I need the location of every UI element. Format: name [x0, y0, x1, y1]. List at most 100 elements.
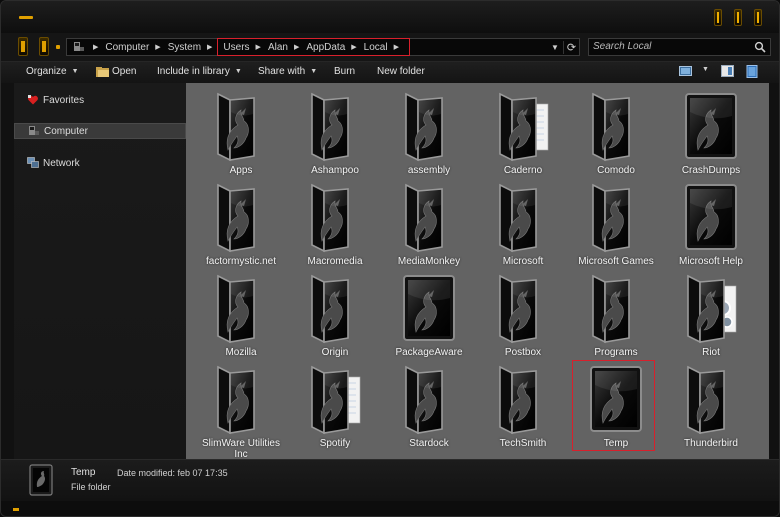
folder-label[interactable]: Apps	[195, 165, 287, 176]
folder-icon[interactable]	[585, 181, 645, 253]
folder-item[interactable]: CrashDumps	[671, 88, 751, 178]
search-input[interactable]: Search Local	[588, 38, 771, 56]
folder-label[interactable]: Comodo	[570, 165, 662, 176]
sidebar-item-computer[interactable]: Computer	[14, 123, 186, 139]
folder-item[interactable]: Postbox	[483, 270, 563, 360]
folder-icon[interactable]	[680, 272, 740, 344]
breadcrumb-local[interactable]: Local ▶	[364, 42, 406, 53]
sidebar-item-network[interactable]: Network	[14, 155, 186, 171]
recent-pages-dropdown[interactable]	[56, 45, 60, 49]
minimize-button[interactable]	[714, 9, 722, 26]
folder-item[interactable]: Mozilla	[201, 270, 281, 360]
folder-label[interactable]: Caderno	[477, 165, 569, 176]
folder-label[interactable]: PackageAware	[383, 347, 475, 358]
system-menu-icon[interactable]	[19, 16, 33, 19]
breadcrumb-label[interactable]: System	[168, 42, 201, 53]
breadcrumb-label[interactable]: Alan	[268, 42, 288, 53]
folder-item[interactable]: SlimWare Utilities Inc	[201, 361, 281, 460]
share-with-menu[interactable]: Share with ▼	[258, 66, 317, 77]
folder-item[interactable]: factormystic.net	[201, 179, 281, 269]
breadcrumb-label[interactable]: Users	[223, 42, 249, 53]
folder-item[interactable]: assembly	[389, 88, 469, 178]
new-folder-button[interactable]: New folder	[377, 66, 425, 77]
organize-menu[interactable]: Organize ▼	[26, 66, 79, 77]
open-button[interactable]: Open	[112, 66, 136, 77]
folder-label[interactable]: Microsoft Games	[570, 256, 662, 267]
breadcrumb-system[interactable]: System ▶	[168, 42, 220, 53]
folder-icon[interactable]	[680, 181, 740, 253]
breadcrumb-users[interactable]: Users ▶	[223, 42, 268, 53]
address-dropdown-icon[interactable]: ▼	[547, 43, 563, 52]
folder-icon[interactable]	[210, 90, 270, 162]
folder-icon[interactable]	[304, 272, 364, 344]
breadcrumb-alan[interactable]: Alan ▶	[268, 42, 306, 53]
breadcrumb-computer[interactable]: Computer ▶	[105, 42, 167, 53]
folder-label[interactable]: Stardock	[383, 438, 475, 449]
address-bar[interactable]: ▶ Computer ▶ System ▶ Users ▶ Alan ▶ AppData…	[66, 38, 580, 56]
folder-icon[interactable]	[585, 90, 645, 162]
folder-item[interactable]: TechSmith	[483, 361, 563, 451]
folder-label[interactable]: Riot	[665, 347, 757, 358]
folder-label[interactable]: assembly	[383, 165, 475, 176]
breadcrumb-label[interactable]: AppData	[306, 42, 345, 53]
folder-item[interactable]: Spotify	[295, 361, 375, 451]
include-in-library-menu[interactable]: Include in library ▼	[157, 66, 242, 77]
folder-label[interactable]: Microsoft Help	[665, 256, 757, 267]
folder-icon[interactable]	[492, 181, 552, 253]
folder-item[interactable]: Thunderbird	[671, 361, 751, 451]
folder-label[interactable]: MediaMonkey	[383, 256, 475, 267]
folder-item[interactable]: Ashampoo	[295, 88, 375, 178]
folder-item[interactable]: MediaMonkey	[389, 179, 469, 269]
folder-icon[interactable]	[398, 90, 458, 162]
maximize-button[interactable]	[734, 9, 742, 26]
help-icon[interactable]	[746, 65, 758, 78]
folder-icon[interactable]	[680, 90, 740, 162]
breadcrumb-appdata[interactable]: AppData ▶	[306, 42, 363, 53]
folder-icon[interactable]	[398, 363, 458, 435]
folder-item[interactable]: Caderno	[483, 88, 563, 178]
sidebar-item-favorites[interactable]: Favorites	[14, 92, 186, 108]
folder-icon[interactable]	[398, 181, 458, 253]
folder-icon[interactable]	[304, 181, 364, 253]
breadcrumb-label[interactable]: Computer	[105, 42, 149, 53]
folder-item[interactable]: Apps	[201, 88, 281, 178]
folder-label[interactable]: Postbox	[477, 347, 569, 358]
folder-item[interactable]: Microsoft Games	[576, 179, 656, 269]
search-icon[interactable]	[754, 41, 766, 53]
breadcrumb-label[interactable]: Local	[364, 42, 388, 53]
folder-item[interactable]: Macromedia	[295, 179, 375, 269]
view-options-icon[interactable]	[679, 65, 692, 77]
folder-item[interactable]: Microsoft Help	[671, 179, 751, 269]
forward-button[interactable]	[39, 37, 49, 56]
vertical-scrollbar[interactable]	[769, 83, 779, 459]
folder-label[interactable]: Origin	[289, 347, 381, 358]
view-dropdown[interactable]: ▼	[697, 66, 709, 73]
folder-label[interactable]: Macromedia	[289, 256, 381, 267]
preview-pane-icon[interactable]	[721, 65, 734, 77]
folder-item[interactable]: Origin	[295, 270, 375, 360]
folder-item[interactable]: Temp	[572, 360, 656, 451]
back-button[interactable]	[18, 37, 28, 56]
folder-icon[interactable]	[398, 272, 458, 344]
folder-label[interactable]: SlimWare Utilities Inc	[195, 438, 287, 460]
folder-label[interactable]: TechSmith	[477, 438, 569, 449]
folder-icon[interactable]	[492, 90, 552, 162]
folder-icon[interactable]	[492, 272, 552, 344]
folder-item[interactable]: Stardock	[389, 361, 469, 451]
folder-icon[interactable]	[210, 363, 270, 435]
folder-item[interactable]: Comodo	[576, 88, 656, 178]
folder-icon[interactable]	[304, 90, 364, 162]
folder-label[interactable]: Mozilla	[195, 347, 287, 358]
folder-icon[interactable]	[492, 363, 552, 435]
burn-button[interactable]: Burn	[334, 66, 355, 77]
folder-label[interactable]: Microsoft	[477, 256, 569, 267]
folder-item[interactable]: PackageAware	[389, 270, 469, 360]
folder-icon[interactable]	[304, 363, 364, 435]
close-button[interactable]	[754, 9, 762, 26]
folder-icon[interactable]	[210, 181, 270, 253]
folder-label[interactable]: Ashampoo	[289, 165, 381, 176]
folder-label[interactable]: Programs	[570, 347, 662, 358]
refresh-icon[interactable]: ⟳	[563, 40, 579, 54]
folder-item[interactable]: Riot	[671, 270, 751, 360]
folder-item[interactable]: Programs	[576, 270, 656, 360]
